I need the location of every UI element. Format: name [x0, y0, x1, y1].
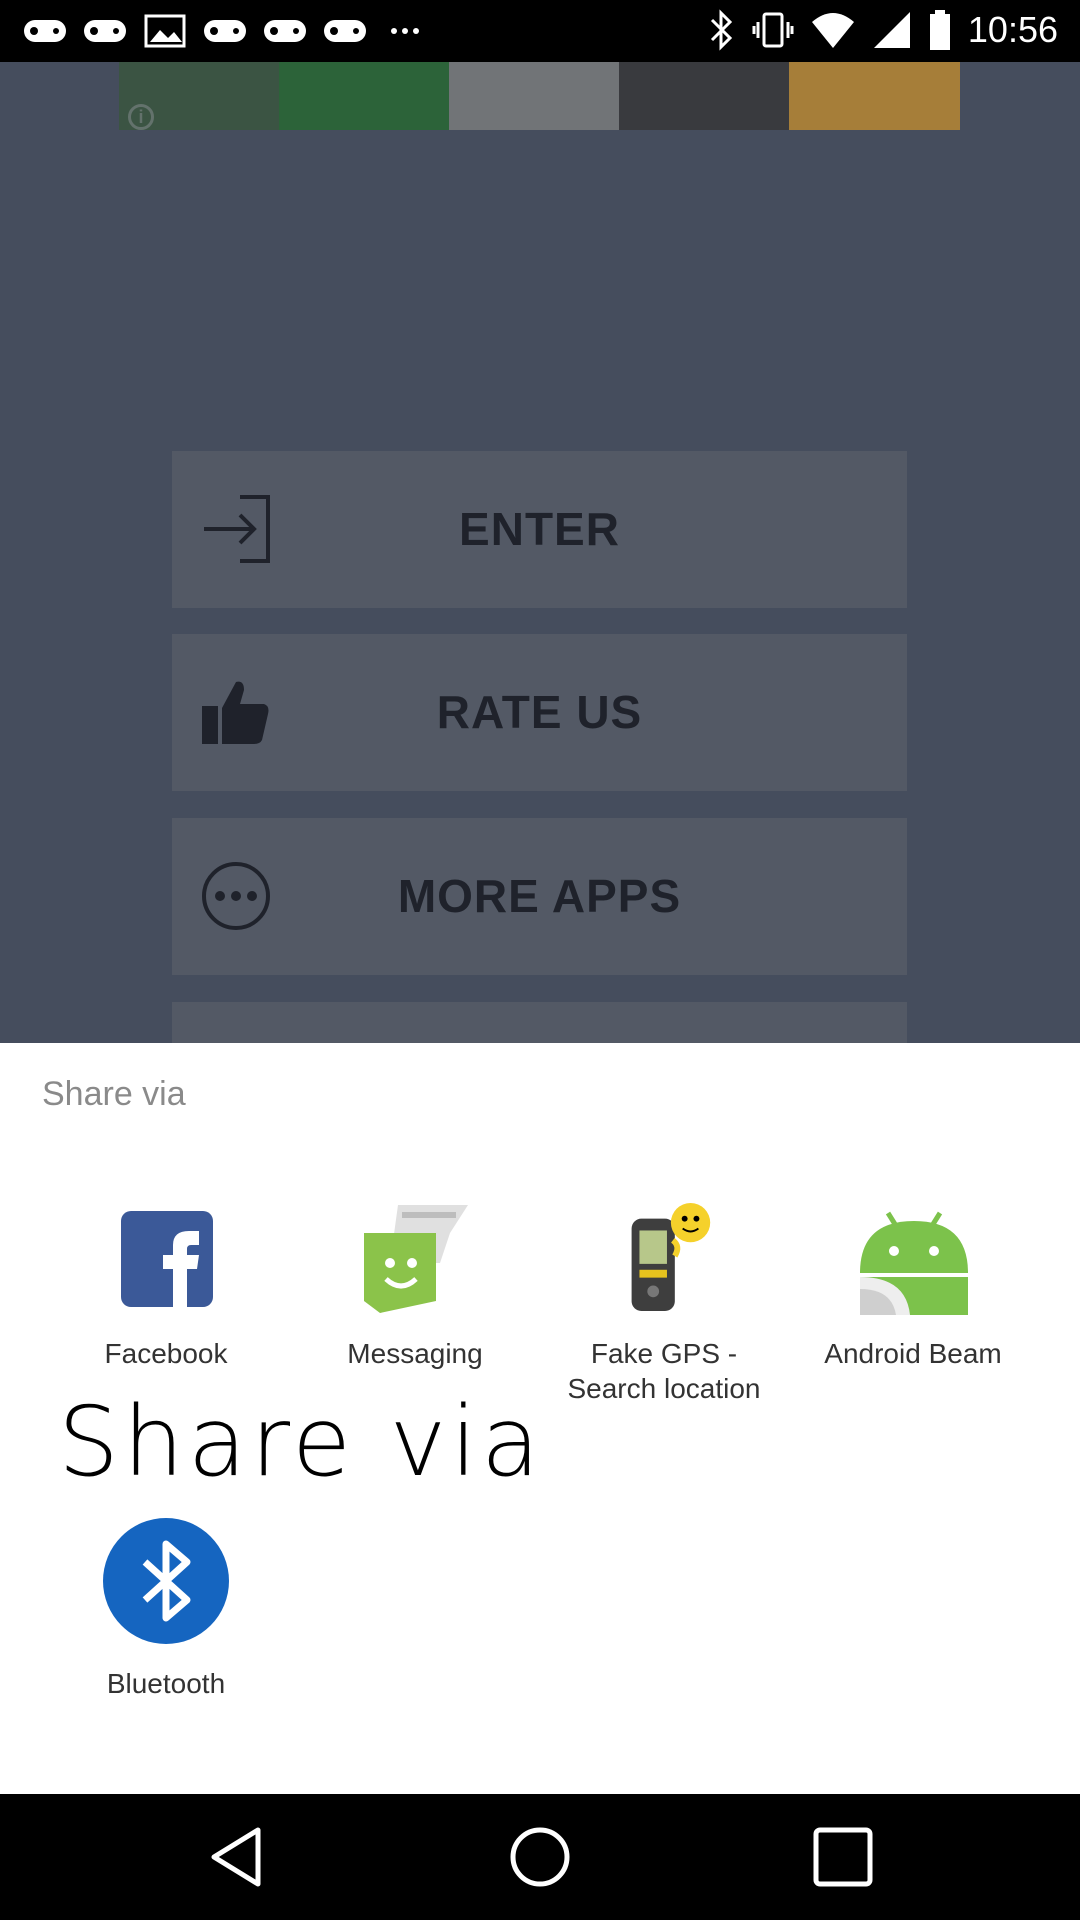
home-icon[interactable] — [505, 1822, 575, 1892]
wifi-icon — [811, 13, 854, 48]
vibrate-icon — [752, 12, 794, 48]
android-icon — [860, 1211, 968, 1315]
share-target-fake-gps[interactable]: Fake GPS - Search location — [544, 1202, 784, 1433]
share-target-label: Facebook — [104, 1338, 228, 1369]
gamepad-icon — [204, 20, 246, 42]
gamepad-icon — [24, 20, 66, 42]
bluetooth-icon — [103, 1518, 229, 1644]
share-target-label: Fake GPS - Search location — [567, 1338, 761, 1404]
share-sheet-title: Share via — [42, 1075, 186, 1113]
share-target-facebook[interactable]: Facebook — [46, 1203, 286, 1393]
scrim[interactable] — [0, 0, 1080, 1043]
share-target-label: Android Beam — [824, 1338, 1002, 1369]
bluetooth-icon — [710, 9, 733, 51]
messaging-icon — [364, 1205, 468, 1313]
status-time: 10:56 — [967, 9, 1058, 50]
image-icon — [144, 14, 186, 48]
share-target-bluetooth[interactable]: Bluetooth — [46, 1518, 286, 1708]
battery-icon — [929, 10, 950, 50]
share-target-label: Bluetooth — [106, 1668, 226, 1699]
back-icon[interactable] — [204, 1822, 274, 1892]
recents-icon[interactable] — [808, 1822, 878, 1892]
gamepad-icon — [324, 20, 366, 42]
share-target-android-beam[interactable]: Android Beam — [793, 1203, 1033, 1393]
share-via-overlay-text: Share via — [58, 1386, 544, 1498]
share-target-messaging[interactable]: Messaging — [295, 1203, 535, 1393]
gamepad-icon — [264, 20, 306, 42]
navigation-bar — [0, 1794, 1080, 1920]
gamepad-icon — [84, 20, 126, 42]
facebook-icon — [121, 1211, 213, 1307]
share-target-label: Messaging — [347, 1338, 483, 1369]
dots-icon — [391, 28, 419, 34]
gps-device-icon — [631, 1202, 711, 1312]
signal-icon — [873, 12, 910, 48]
status-bar: 10:56 — [0, 0, 1080, 62]
